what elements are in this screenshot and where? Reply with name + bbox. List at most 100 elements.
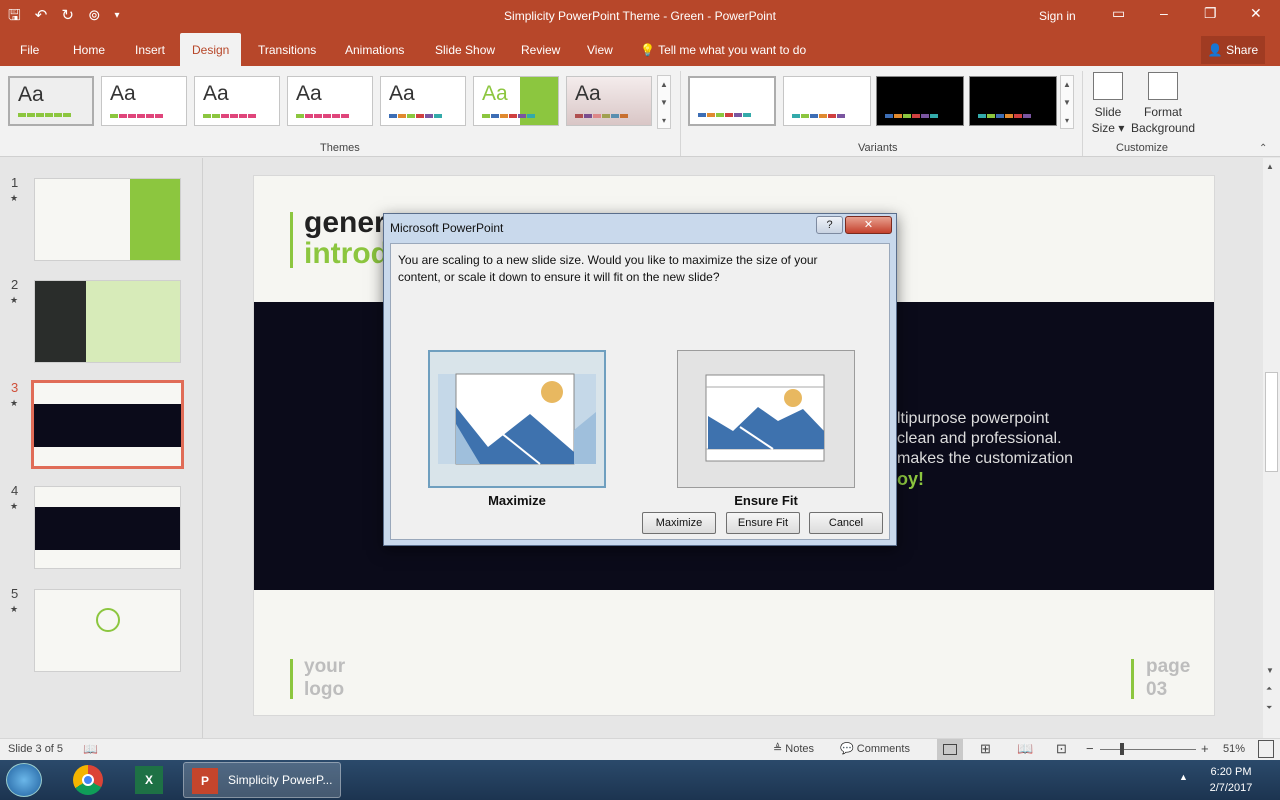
animation-star-icon: ★ — [10, 398, 19, 408]
theme-sample-text: Aa — [110, 82, 136, 105]
previous-slide-icon[interactable]: ⏶ — [1266, 684, 1272, 694]
themes-gallery-scroll[interactable]: ▲ ▼ ▾ — [657, 75, 671, 129]
ensure-fit-option[interactable] — [677, 350, 855, 488]
close-window-icon[interactable]: ✕ — [1250, 5, 1262, 22]
tab-file[interactable]: File — [20, 33, 39, 66]
variant-thumbnail-1[interactable] — [688, 76, 776, 126]
slide-size-button[interactable]: Slide Size ▾ — [1090, 70, 1126, 136]
theme-thumbnail-1[interactable]: Aa — [8, 76, 94, 126]
title-bar: 🖫 ↶ ↻ ⊚ ▾ Simplicity PowerPoint Theme - … — [0, 0, 1280, 33]
maximize-button[interactable]: Maximize — [642, 512, 716, 534]
show-hidden-icons-icon[interactable]: ▲ — [1179, 772, 1188, 782]
design-ribbon: Aa Aa Aa Aa Aa Aa Aa ▲▼▾ Themes ▲▼▾ — [0, 66, 1280, 157]
normal-view-button[interactable] — [937, 739, 963, 760]
ensure-fit-button[interactable]: Ensure Fit — [726, 512, 800, 534]
tab-view[interactable]: View — [587, 33, 613, 66]
help-button[interactable]: ? — [816, 216, 843, 234]
tab-slide-show[interactable]: Slide Show — [435, 33, 495, 66]
slide-title-line1[interactable]: gener — [304, 206, 386, 240]
zoom-level[interactable]: 51% — [1223, 743, 1245, 755]
vertical-scrollbar[interactable]: ▲ ▼ ⏶ ⏷ — [1263, 158, 1280, 738]
start-button-icon[interactable] — [6, 763, 42, 797]
theme-thumbnail-2[interactable]: Aa — [101, 76, 187, 126]
notes-icon: ≜ — [773, 743, 783, 755]
page-number-line2[interactable]: 03 — [1146, 679, 1167, 701]
theme-thumbnail-3[interactable]: Aa — [194, 76, 280, 126]
chrome-icon[interactable] — [73, 765, 103, 795]
theme-thumbnail-6[interactable]: Aa — [473, 76, 559, 126]
tab-insert[interactable]: Insert — [135, 33, 165, 66]
logo-placeholder-line1[interactable]: your — [304, 656, 345, 678]
format-background-button[interactable]: Format Background — [1130, 70, 1196, 136]
variant-thumbnail-4[interactable] — [969, 76, 1057, 126]
maximize-option-label: Maximize — [488, 493, 546, 508]
page-accent-bar — [1131, 659, 1134, 699]
slide-thumbnail-3[interactable] — [31, 380, 184, 469]
variants-gallery-scroll[interactable]: ▲ ▼ ▾ — [1060, 75, 1074, 129]
fit-to-window-icon[interactable] — [1258, 740, 1274, 758]
tell-me-box[interactable]: 💡 Tell me what you want to do — [640, 33, 806, 66]
slide-thumbnail-2[interactable] — [34, 280, 181, 363]
zoom-slider[interactable] — [1100, 749, 1196, 750]
ribbon-display-options-icon[interactable]: ▭ — [1112, 5, 1125, 22]
scroll-down-icon[interactable]: ▼ — [658, 94, 670, 112]
slideshow-icon[interactable]: ⊡ — [1056, 741, 1067, 757]
variant-thumbnail-3[interactable] — [876, 76, 964, 126]
slide-body-line1[interactable]: ltipurpose powerpoint — [897, 410, 1049, 428]
slide-body-line4[interactable]: oy! — [897, 469, 924, 490]
slide-thumbnail-4[interactable] — [34, 486, 181, 569]
scroll-up-icon[interactable]: ▲ — [658, 76, 670, 94]
excel-icon[interactable]: X — [135, 766, 163, 794]
normal-view-icon — [943, 744, 957, 755]
tab-transitions[interactable]: Transitions — [258, 33, 316, 66]
dialog-message-line1: You are scaling to a new slide size. Wou… — [398, 253, 818, 267]
variant-thumbnail-2[interactable] — [783, 76, 871, 126]
comments-button[interactable]: 💬 Comments — [840, 742, 910, 755]
tab-home[interactable]: Home — [73, 33, 105, 66]
collapse-ribbon-icon[interactable]: ⌃ — [1259, 143, 1267, 154]
scroll-down-icon[interactable]: ▼ — [1061, 94, 1073, 112]
theme-thumbnail-7[interactable]: Aa — [566, 76, 652, 126]
theme-sample-text: Aa — [389, 82, 415, 105]
slide-thumbnail-1[interactable] — [34, 178, 181, 261]
spell-check-icon[interactable]: 📖 — [83, 742, 98, 756]
zoom-slider-thumb[interactable] — [1120, 743, 1124, 755]
scroll-up-icon[interactable]: ▲ — [1061, 76, 1073, 94]
more-icon[interactable]: ▾ — [1061, 112, 1073, 130]
tab-design[interactable]: Design — [180, 33, 242, 66]
slide-number: 4 — [11, 483, 19, 498]
taskbar-powerpoint-button[interactable]: P Simplicity PowerP... — [183, 762, 341, 798]
clock-time[interactable]: 6:20 PM — [1195, 766, 1267, 778]
slide-body-line3[interactable]: makes the customization — [897, 450, 1073, 468]
theme-thumbnail-5[interactable]: Aa — [380, 76, 466, 126]
more-icon[interactable]: ▾ — [658, 112, 670, 130]
page-number-line1[interactable]: page — [1146, 656, 1190, 678]
minimize-icon[interactable]: – — [1160, 5, 1168, 21]
tab-animations[interactable]: Animations — [345, 33, 404, 66]
slide-body-line2[interactable]: clean and professional. — [897, 430, 1062, 448]
scroll-down-icon[interactable]: ▼ — [1266, 666, 1274, 675]
slide-title-line2[interactable]: introd — [304, 237, 389, 271]
dialog-close-button[interactable]: ✕ — [845, 216, 892, 234]
animation-star-icon: ★ — [10, 193, 19, 203]
slide-sorter-icon[interactable]: ⊞ — [980, 741, 991, 757]
logo-placeholder-line2[interactable]: logo — [304, 679, 344, 701]
slide-number: 2 — [11, 277, 19, 292]
notes-button[interactable]: ≜ Notes — [773, 742, 814, 755]
scrollbar-thumb[interactable] — [1265, 372, 1278, 472]
slide-thumbnail-5[interactable] — [34, 589, 181, 672]
sign-in-link[interactable]: Sign in — [1039, 9, 1076, 23]
theme-sample-text: Aa — [18, 83, 44, 106]
theme-thumbnail-4[interactable]: Aa — [287, 76, 373, 126]
share-button[interactable]: 👤 Share — [1201, 36, 1265, 64]
reading-view-icon[interactable]: 📖 — [1017, 741, 1033, 757]
tab-review[interactable]: Review — [521, 33, 560, 66]
zoom-in-button[interactable]: + — [1201, 741, 1209, 756]
restore-icon[interactable]: ❐ — [1204, 5, 1217, 22]
maximize-option[interactable] — [428, 350, 606, 488]
next-slide-icon[interactable]: ⏷ — [1266, 703, 1272, 713]
cancel-button[interactable]: Cancel — [809, 512, 883, 534]
scroll-up-icon[interactable]: ▲ — [1266, 162, 1274, 171]
zoom-out-button[interactable]: − — [1086, 741, 1094, 756]
clock-date[interactable]: 2/7/2017 — [1195, 782, 1267, 794]
